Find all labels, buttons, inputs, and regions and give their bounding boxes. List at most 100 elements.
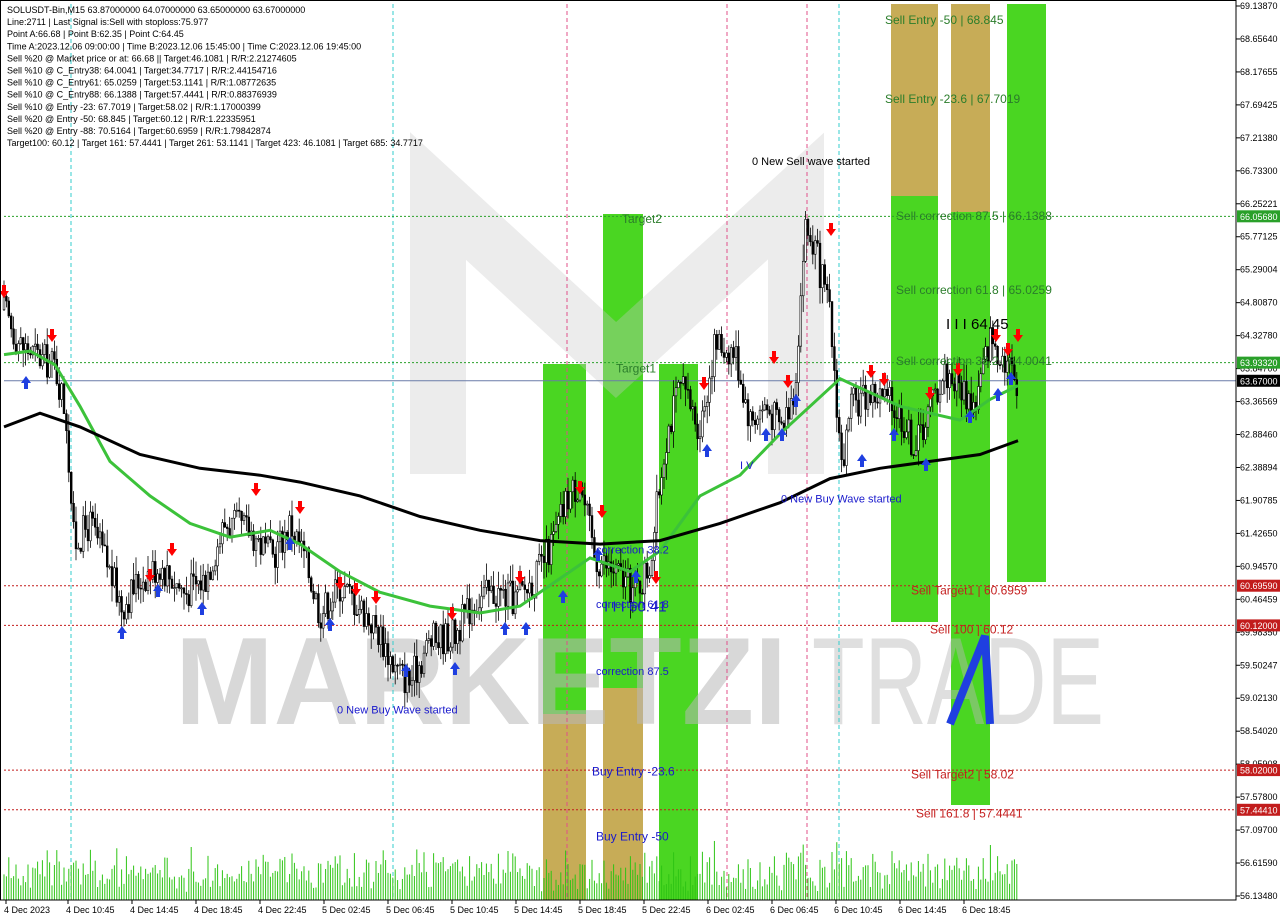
candle-342 (823, 259, 827, 293)
candle-356 (857, 387, 860, 425)
candle-body (312, 590, 315, 600)
trading-chart[interactable]: MARKETZI TRADE Sell Entry -50 | 68.845 Se… (0, 0, 1280, 920)
candle-body (17, 343, 20, 353)
candle-body (617, 563, 620, 566)
candle-body (691, 406, 695, 410)
candle-body (950, 373, 954, 385)
candle-286 (689, 385, 692, 412)
candle-body (211, 570, 214, 580)
y-tick-label-14: 62.38894 (1240, 462, 1278, 472)
candle-40 (98, 523, 102, 549)
candle-30 (74, 506, 78, 561)
candle-358 (861, 369, 865, 397)
candle-body (513, 591, 517, 615)
y-tick-label-17: 60.94570 (1240, 561, 1278, 571)
candle-9 (24, 333, 27, 366)
candle-body (233, 510, 236, 519)
candle-body (753, 419, 757, 425)
candle-402 (967, 390, 971, 412)
candle-body (741, 383, 745, 403)
y-tick-label-20: 59.50247 (1240, 660, 1278, 670)
candle-body (163, 567, 166, 587)
candle-88 (214, 559, 217, 576)
candle-body (139, 587, 142, 590)
candle-141 (341, 597, 344, 614)
chart-canvas[interactable]: MARKETZI TRADE Sell Entry -50 | 68.845Se… (0, 0, 1280, 920)
annotation-10: correction 38.2 (596, 545, 669, 557)
buy-arrow-icon-13 (702, 444, 712, 457)
candle-body (674, 387, 678, 397)
candle-125 (302, 531, 306, 568)
candle-body (624, 576, 627, 588)
candle-body (561, 504, 565, 517)
candle-body (557, 516, 560, 525)
candle-body (758, 409, 762, 420)
candle-body (734, 346, 738, 358)
candle-344 (828, 273, 831, 308)
candle-7 (19, 327, 22, 346)
candle-body (933, 388, 937, 391)
candle-body (492, 585, 495, 604)
candle-body (489, 585, 493, 592)
candle-body (456, 630, 459, 644)
candle-body (43, 344, 47, 355)
candle-body (828, 289, 831, 302)
price-tag-3: 60.69590 (1237, 579, 1280, 592)
candle-244 (588, 496, 591, 532)
candle-body (547, 538, 551, 565)
candle-body (657, 491, 661, 496)
candle-145 (350, 585, 354, 606)
candle-body (487, 579, 490, 592)
candle-76 (185, 576, 188, 605)
candle-body (722, 352, 726, 358)
candle-299 (720, 326, 723, 357)
candle-106 (257, 534, 260, 543)
candle-body (573, 479, 577, 502)
candle-body (859, 392, 863, 417)
candle-body (324, 592, 327, 614)
candle-104 (252, 524, 255, 557)
candle-309 (744, 386, 747, 405)
annotation-16: 0 New Buy Wave started (337, 705, 458, 717)
candle-body (29, 353, 32, 356)
candle-413 (993, 340, 997, 350)
candle-body (713, 334, 716, 377)
candle-48 (118, 590, 121, 616)
candle-58 (142, 566, 145, 602)
candle-78 (190, 559, 193, 608)
price-tag-4: 60.12000 (1237, 619, 1280, 632)
candle-354 (852, 383, 855, 407)
candle-body (852, 387, 855, 395)
candle-body (343, 586, 346, 599)
candle-body (535, 561, 539, 595)
candle-body (643, 562, 647, 595)
candle-110 (266, 534, 270, 548)
candle-body (77, 547, 80, 550)
x-tick-label-6: 5 Dec 06:45 (386, 905, 435, 915)
candle-body (782, 422, 786, 429)
candle-305 (734, 330, 738, 371)
info-line-5: Sell %10 @ C_Entry38: 64.0041 | Target:3… (7, 66, 277, 76)
candle-112 (271, 538, 274, 558)
candle-body (113, 567, 116, 587)
candle-body (612, 571, 615, 574)
candle-31 (77, 542, 80, 550)
candle-body (434, 622, 438, 643)
candle-108 (261, 536, 265, 556)
price-tag-label: 57.44410 (1240, 805, 1278, 815)
candle-body (103, 544, 107, 547)
candle-body (585, 503, 589, 506)
annotation-4: Target2 (622, 212, 662, 226)
candle-body (806, 219, 810, 236)
info-line-2: Point A:66.68 | Point B:62.35 | Point C:… (7, 29, 184, 39)
candle-body (542, 555, 546, 563)
candle-83 (202, 563, 205, 607)
candle-53 (130, 579, 133, 619)
sell-arrow-icon-4 (251, 483, 261, 496)
candle-body (638, 580, 642, 594)
candle-body (823, 264, 827, 285)
candle-body (21, 337, 25, 351)
candle-70 (170, 575, 174, 589)
annotation-9: 0 New Buy Wave started (781, 494, 902, 506)
candle-body (703, 406, 707, 412)
